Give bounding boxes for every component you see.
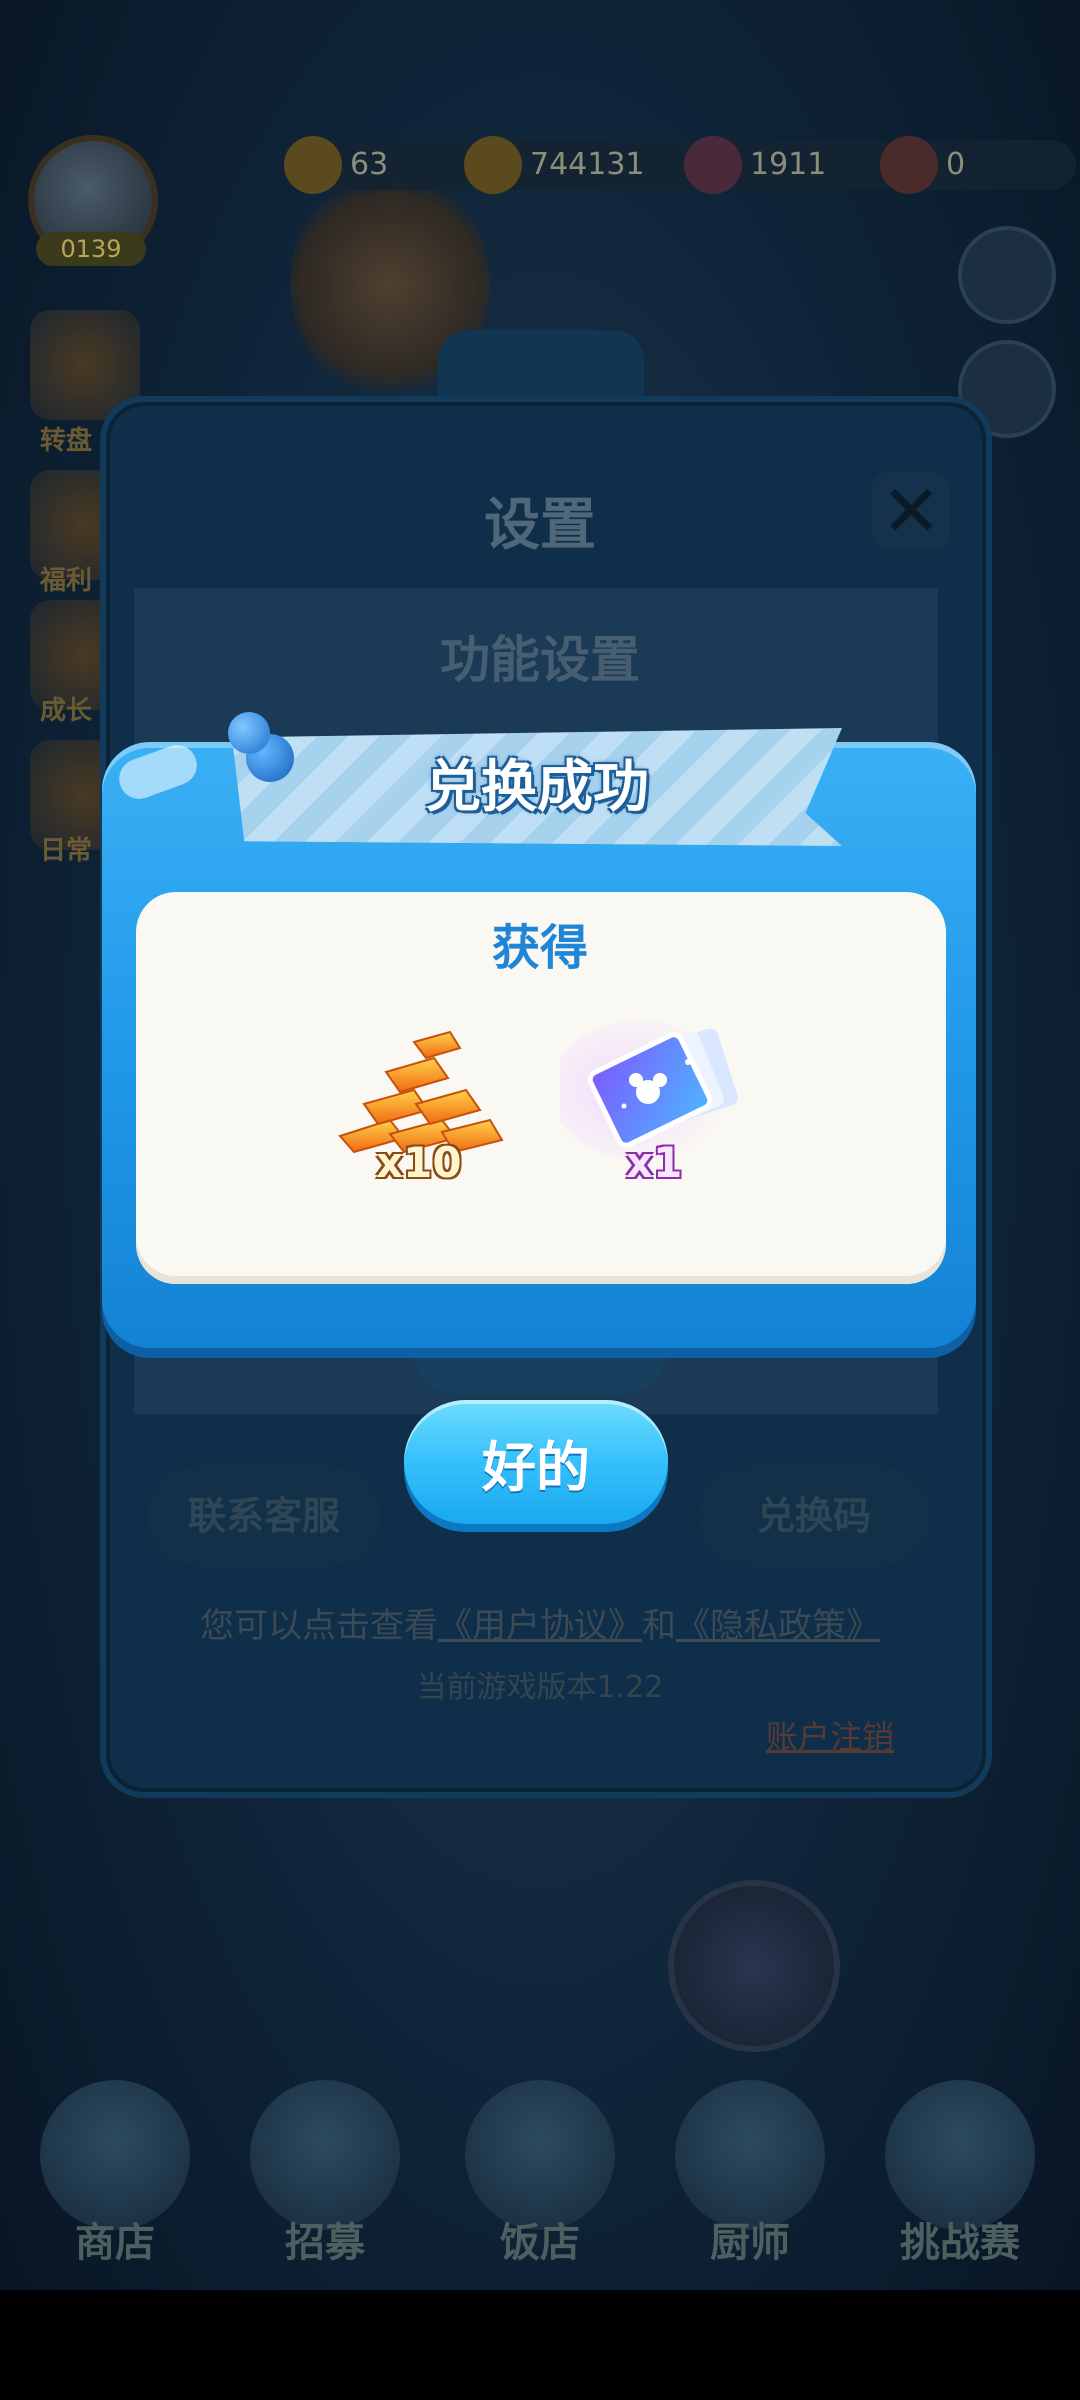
event-badge[interactable] [668,1880,840,2052]
reward-quantity: x10 [376,1138,462,1187]
coin-icon [464,136,522,194]
resource-energy[interactable]: 63 [280,136,480,194]
resource-value: 744131 [530,147,645,182]
close-icon[interactable]: ✕ [872,472,950,550]
agreement-prefix: 您可以点击查看 [200,1606,438,1646]
agreement-and: 和 [642,1606,676,1646]
dialog-title: 兑换成功 [425,755,649,820]
settings-section-title: 功能设置 [440,631,640,689]
nav-shop[interactable]: 商店 [30,2080,200,2280]
game-screen: 0139 63 744131 1911 0 转盘 福利 成长 日常 商店 招募 [0,0,1080,2400]
left-menu-label: 转盘 [40,426,93,456]
system-nav-bar [0,2290,1080,2400]
reward-quantity: x1 [626,1138,683,1187]
nav-recruit[interactable]: 招募 [240,2080,410,2280]
contact-support-button[interactable]: 联系客服 [148,1466,380,1566]
account-deletion-link[interactable]: 账户注销 [766,1712,894,1758]
resource-value: 0 [946,147,966,182]
resource-value: 1911 [750,147,827,182]
dialog-subtitle: 获得 [491,920,588,976]
energy-icon [284,136,342,194]
left-menu-label: 日常 [40,836,93,866]
chef-icon [675,2080,825,2230]
star-icon [880,136,938,194]
resource-value: 63 [350,147,389,182]
nav-label: 挑战赛 [900,2220,1020,2266]
user-agreement-link[interactable]: 《用户协议》 [438,1606,642,1646]
nav-label: 厨师 [710,2220,790,2266]
nav-label: 商店 [75,2220,155,2266]
privacy-policy-link[interactable]: 《隐私政策》 [676,1606,880,1646]
challenge-icon [885,2080,1035,2230]
nav-label: 饭店 [500,2220,580,2266]
nav-chef[interactable]: 厨师 [665,2080,835,2280]
shop-icon [40,2080,190,2230]
restaurant-icon [465,2080,615,2230]
redeem-code-button[interactable]: 兑换码 [698,1466,930,1566]
resource-gems[interactable]: 1911 [680,136,900,194]
resource-coins[interactable]: 744131 [460,136,710,194]
nav-label: 招募 [285,2220,365,2266]
nav-restaurant[interactable]: 饭店 [455,2080,625,2280]
left-menu-label: 成长 [40,696,93,726]
left-menu-label: 福利 [40,566,93,596]
gem-icon [684,136,742,194]
nav-challenge[interactable]: 挑战赛 [875,2080,1045,2280]
side-button-1[interactable] [958,226,1056,324]
gold-bars-icon [338,1030,504,1154]
game-version: 当前游戏版本1.22 [416,1670,664,1705]
player-level: 0139 [36,232,146,266]
recruit-icon [250,2080,400,2230]
resource-stars[interactable]: 0 [876,136,1076,194]
bottom-navigation: 商店 招募 饭店 厨师 挑战赛 [0,2060,1080,2300]
ok-button[interactable]: 好的 [404,1400,668,1524]
agreement-text: 您可以点击查看《用户协议》和《隐私政策》 [0,1598,1080,1647]
